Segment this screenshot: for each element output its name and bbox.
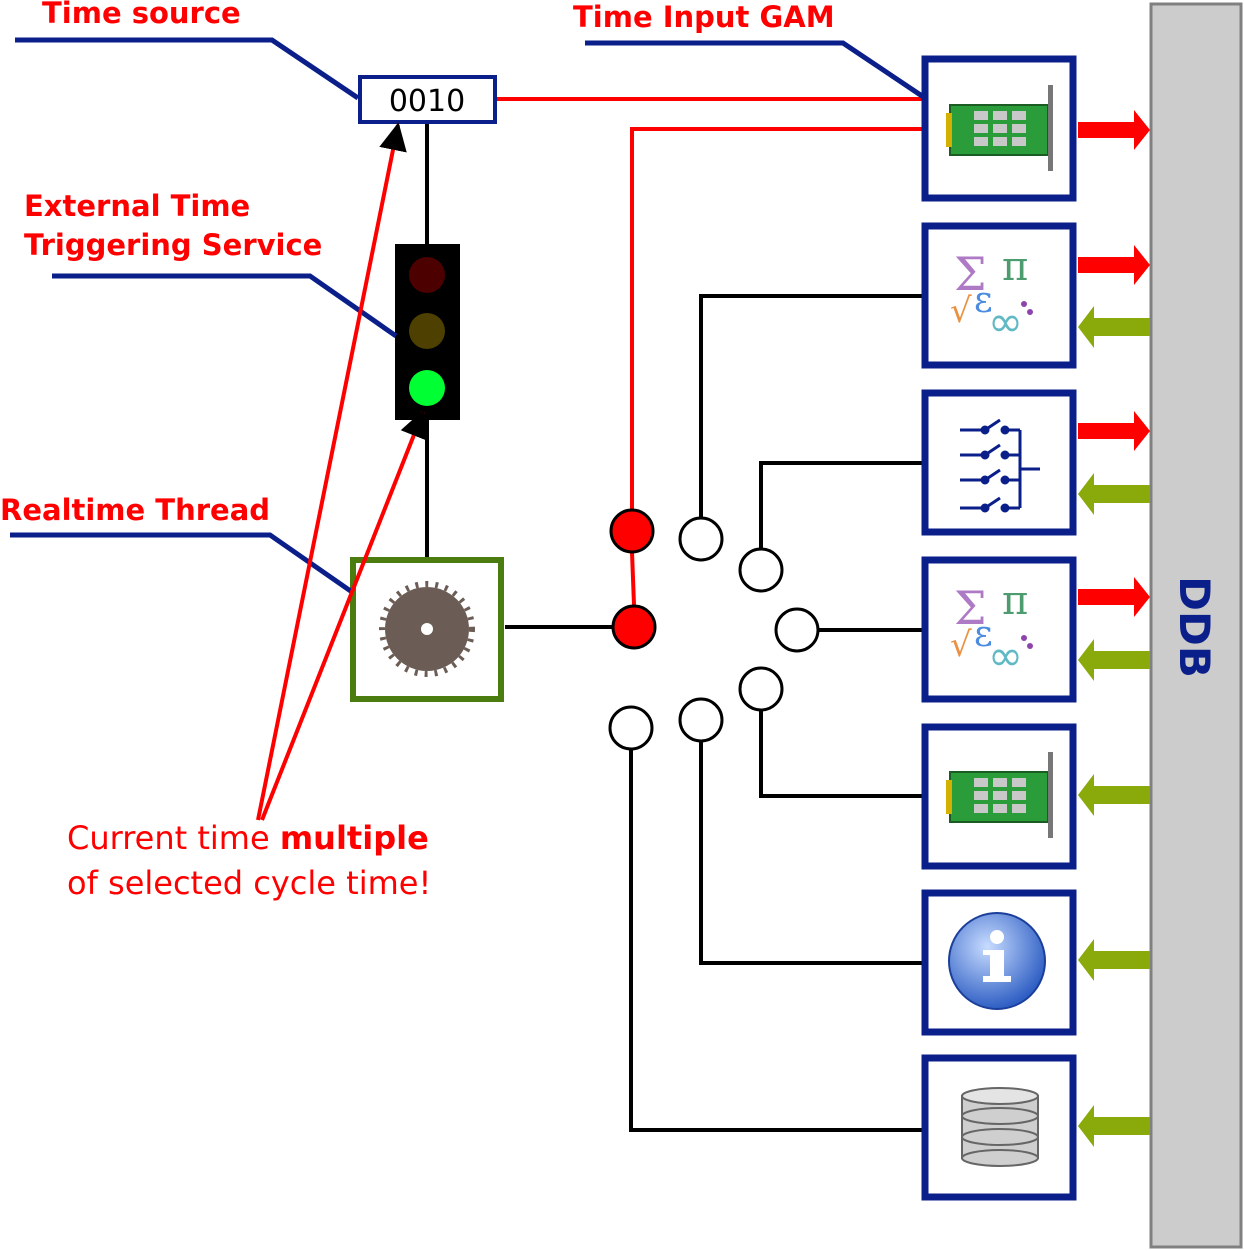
gam5-connector bbox=[759, 710, 925, 798]
scheduler-slot bbox=[774, 607, 820, 653]
database-icon bbox=[961, 1087, 1039, 1167]
leader-external-trigger bbox=[52, 273, 398, 339]
scheduler-slot bbox=[678, 516, 724, 562]
scheduler-slot-active bbox=[609, 508, 655, 554]
output-arrow bbox=[1078, 110, 1150, 150]
output-arrow bbox=[1078, 577, 1150, 617]
diagram-canvas: Σ π √ ε ∞ DDB 0010 Time source Time Inpu… bbox=[0, 0, 1244, 1251]
info-icon bbox=[948, 912, 1046, 1010]
output-arrow bbox=[1078, 411, 1150, 451]
leader-time-input-gam bbox=[585, 40, 927, 101]
gam-box-info bbox=[921, 889, 1077, 1036]
gam-box-math-1 bbox=[921, 222, 1077, 369]
gam-box-switch bbox=[921, 389, 1077, 536]
counter-value: 0010 bbox=[389, 84, 465, 119]
leader-realtime-thread bbox=[10, 532, 354, 595]
gam7-connector bbox=[629, 749, 925, 1132]
gam3-connector bbox=[759, 461, 925, 548]
input-arrow bbox=[1078, 939, 1150, 981]
output-arrows bbox=[1078, 110, 1150, 617]
scheduler-slot-current bbox=[611, 604, 657, 650]
gam6-connector bbox=[699, 741, 925, 965]
gam-to-scheduler-line bbox=[630, 127, 925, 512]
active-link-line bbox=[630, 551, 636, 606]
diagram-svg: Σ π √ ε ∞ DDB 0010 Time source Time Inpu… bbox=[0, 0, 1243, 1249]
input-arrow bbox=[1078, 774, 1150, 816]
scheduler-slot bbox=[738, 547, 784, 593]
realtime-thread-box bbox=[350, 557, 504, 702]
label-time-source: Time source bbox=[42, 0, 241, 30]
gam2-connector bbox=[699, 294, 925, 518]
input-arrow bbox=[1078, 473, 1150, 515]
gam-box-math-2 bbox=[921, 556, 1077, 703]
gam-box-time-input bbox=[921, 55, 1077, 202]
input-arrow bbox=[1078, 306, 1150, 348]
label-realtime-thread: Realtime Thread bbox=[0, 493, 270, 527]
ddb-label: DDB bbox=[1170, 576, 1219, 678]
note-line-1-bold: multiple bbox=[280, 819, 429, 857]
scheduler-slot bbox=[678, 697, 724, 743]
gam-box-database bbox=[921, 1054, 1077, 1201]
leader-time-source bbox=[15, 37, 360, 101]
note-line-1: Current time multiple bbox=[67, 819, 429, 857]
scheduler-slot bbox=[738, 666, 784, 712]
label-external-time-1: External Time bbox=[24, 189, 250, 223]
note-line-1-text: Current time bbox=[67, 819, 280, 857]
traffic-light-icon bbox=[395, 244, 460, 420]
scheduler-slot bbox=[608, 705, 654, 751]
note-line-2: of selected cycle time! bbox=[67, 864, 431, 902]
label-external-time-2: Triggering Service bbox=[24, 228, 322, 262]
output-arrow bbox=[1078, 245, 1150, 285]
label-time-input-gam: Time Input GAM bbox=[573, 0, 835, 34]
input-arrow bbox=[1078, 1105, 1150, 1147]
input-arrow bbox=[1078, 639, 1150, 681]
gam-box-output-card bbox=[921, 723, 1077, 870]
